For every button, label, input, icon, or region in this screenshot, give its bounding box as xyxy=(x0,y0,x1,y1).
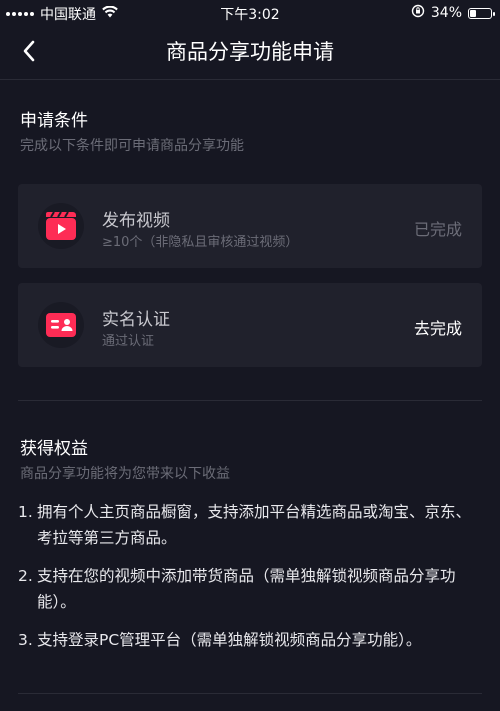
benefits-subtitle: 商品分享功能将为您带来以下收益 xyxy=(20,466,230,482)
condition-card-realname: 实名认证 通过认证 去完成 xyxy=(18,283,482,367)
nav-divider xyxy=(0,79,500,80)
list-item: 3. 支持登录PC管理平台（需单独解锁视频商品分享功能）。 xyxy=(18,627,480,653)
benefit-text: 支持登录PC管理平台（需单独解锁视频商品分享功能）。 xyxy=(37,631,422,649)
status-bar-right: 34% xyxy=(411,4,495,22)
id-card-icon xyxy=(46,313,76,337)
condition-subtitle: 通过认证 xyxy=(102,334,155,349)
condition-subtitle: ≥10个（非隐私且审核通过视频） xyxy=(102,235,299,250)
back-button[interactable] xyxy=(14,36,44,66)
benefit-number: 3. xyxy=(18,631,33,649)
conditions-title: 申请条件 xyxy=(20,111,88,131)
go-complete-button[interactable]: 去完成 xyxy=(414,315,462,339)
chevron-left-icon xyxy=(23,40,35,62)
video-icon-wrap xyxy=(38,203,84,249)
id-icon-wrap xyxy=(38,302,84,348)
condition-status-done: 已完成 xyxy=(413,220,462,239)
condition-card-video: 发布视频 ≥10个（非隐私且审核通过视频） 已完成 xyxy=(18,184,482,268)
condition-title: 发布视频 xyxy=(102,211,170,231)
conditions-subtitle: 完成以下条件即可申请商品分享功能 xyxy=(20,138,244,154)
benefit-list: 1. 拥有个人主页商品橱窗，支持添加平台精选商品或淘宝、京东、考拉等第三方商品。… xyxy=(18,499,480,665)
list-item: 2. 支持在您的视频中添加带货商品（需单独解锁视频商品分享功能）。 xyxy=(18,563,480,615)
battery-percent: 34% xyxy=(430,5,462,21)
benefits-title: 获得权益 xyxy=(20,439,88,459)
rotation-lock-icon xyxy=(411,4,425,22)
benefit-number: 2. xyxy=(18,567,33,585)
bottom-divider xyxy=(18,693,482,694)
nav-bar: 商品分享功能申请 xyxy=(0,26,500,76)
page-title: 商品分享功能申请 xyxy=(166,40,334,64)
battery-icon xyxy=(468,7,495,19)
list-item: 1. 拥有个人主页商品橱窗，支持添加平台精选商品或淘宝、京东、考拉等第三方商品。 xyxy=(18,499,480,551)
benefit-text: 拥有个人主页商品橱窗，支持添加平台精选商品或淘宝、京东、考拉等第三方商品。 xyxy=(37,503,472,547)
status-bar: 中国联通 下午3:02 34% xyxy=(0,0,500,26)
battery-level xyxy=(470,9,476,17)
condition-title: 实名认证 xyxy=(102,310,170,330)
section-divider xyxy=(18,400,482,401)
benefit-text: 支持在您的视频中添加带货商品（需单独解锁视频商品分享功能）。 xyxy=(37,567,456,611)
video-clapper-icon xyxy=(46,211,76,240)
benefit-number: 1. xyxy=(18,503,33,521)
